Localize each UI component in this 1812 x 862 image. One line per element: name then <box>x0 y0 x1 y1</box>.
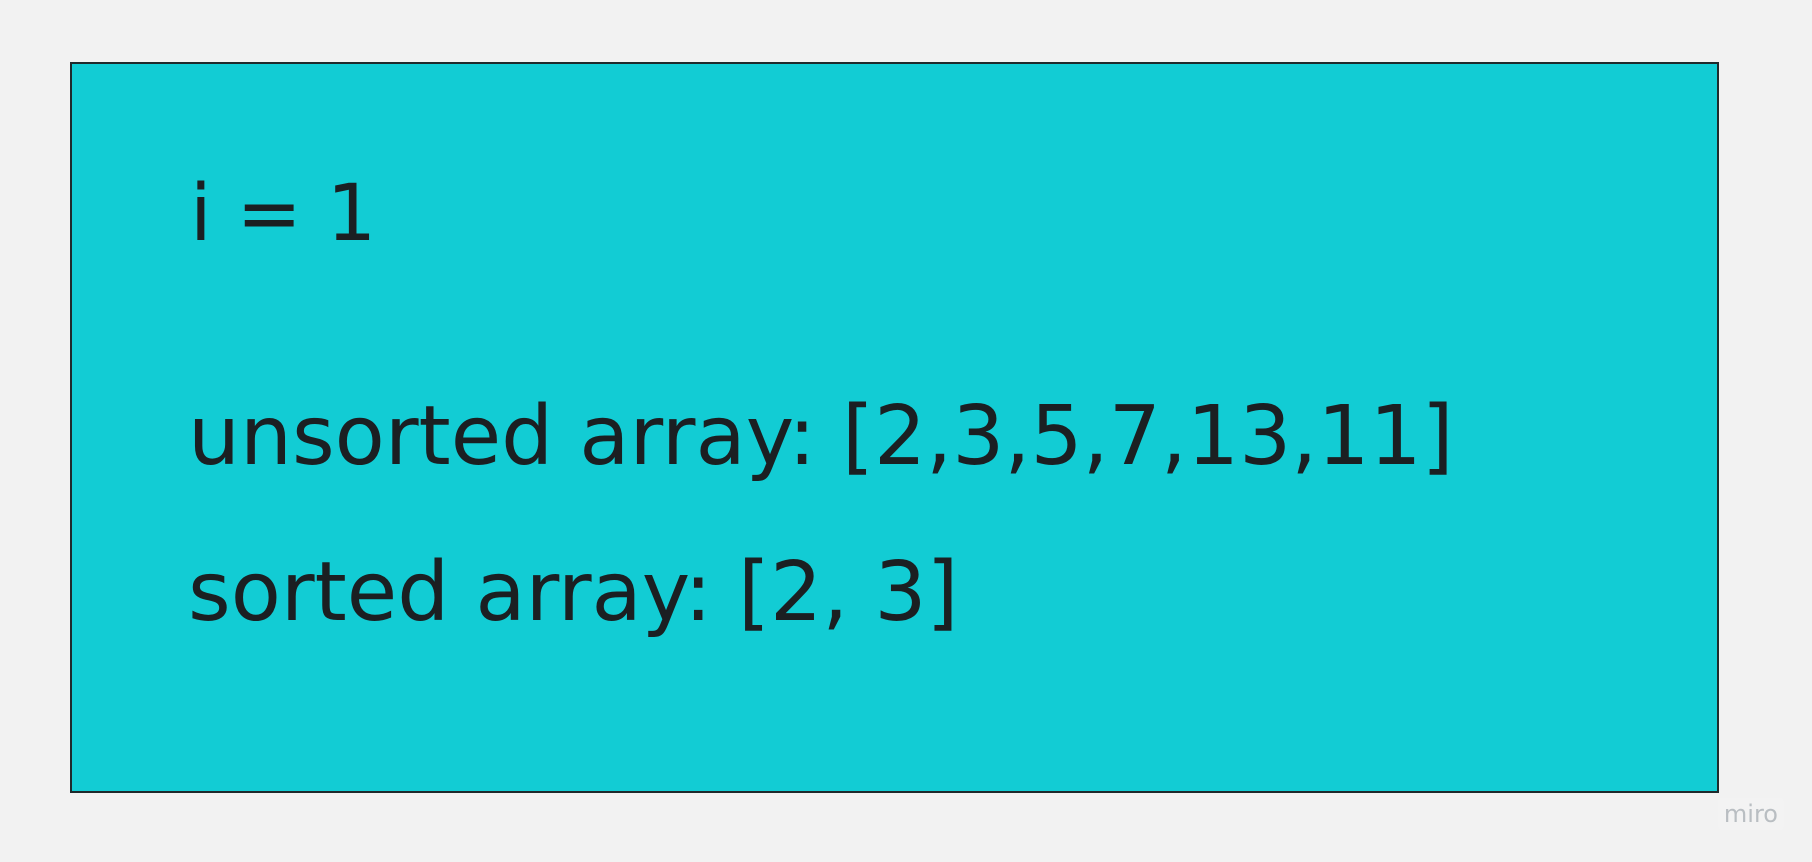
unsorted-array-text: unsorted array: [2,3,5,7,13,11] <box>188 389 1454 484</box>
content-card: i = 1 unsorted array: [2,3,5,7,13,11] so… <box>70 62 1719 793</box>
board-canvas: i = 1 unsorted array: [2,3,5,7,13,11] so… <box>0 0 1812 862</box>
loop-index-text: i = 1 <box>190 169 377 259</box>
miro-watermark: miro <box>1717 798 1784 830</box>
sorted-array-text: sorted array: [2, 3] <box>188 545 959 640</box>
